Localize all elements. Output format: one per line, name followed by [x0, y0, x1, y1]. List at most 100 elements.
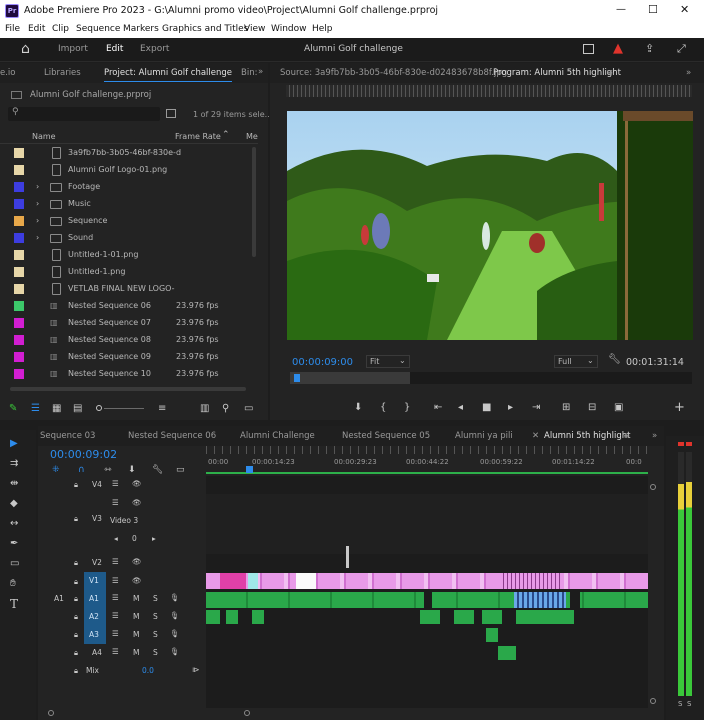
label-color-swatch[interactable]	[14, 199, 24, 209]
v1-clips[interactable]	[206, 573, 648, 589]
menu-edit[interactable]: Edit	[28, 24, 45, 34]
go-to-in-icon[interactable]: ⇤	[434, 402, 442, 414]
timeline-timecode[interactable]: 00:00:09:02	[50, 448, 117, 461]
lock-icon[interactable]: 🔒︎	[74, 666, 78, 676]
scroll-handle-mid[interactable]	[244, 710, 250, 716]
write-icon[interactable]: ✎	[9, 403, 17, 415]
scroll-handle-left[interactable]	[48, 710, 54, 716]
solo-button[interactable]: S	[153, 630, 158, 639]
chevron-right-icon[interactable]: ›	[36, 233, 39, 242]
slip-tool-icon[interactable]: ↔	[10, 518, 18, 530]
sync-lock-icon[interactable]: ☰	[112, 629, 119, 638]
mute-button[interactable]: M	[133, 648, 139, 657]
razor-tool-icon[interactable]: ◆	[10, 498, 18, 510]
new-search-bin-icon[interactable]	[166, 109, 176, 118]
tab-libraries[interactable]: Libraries	[44, 68, 81, 78]
timeline-menu-icon[interactable]: ≡	[623, 431, 630, 441]
list-item[interactable]: VETLAB FINAL NEW LOGO-	[0, 281, 258, 298]
microphone-icon[interactable]: 🎙︎	[170, 647, 180, 656]
tab-alumni-ya-pili[interactable]: Alumni ya pili	[455, 431, 513, 441]
ripple-edit-tool-icon[interactable]: ⇹	[10, 478, 18, 490]
add-marker-icon[interactable]: ⬇	[354, 402, 362, 414]
eye-icon[interactable]: 👁︎	[132, 557, 142, 566]
automate-icon[interactable]: ▥	[200, 403, 209, 415]
close-tab-icon[interactable]: ✕	[532, 431, 539, 441]
timeline-vscroll[interactable]	[650, 484, 656, 704]
a2-clip[interactable]	[252, 610, 264, 624]
chevron-right-icon[interactable]: ›	[36, 199, 39, 208]
solo-button[interactable]: S	[153, 612, 158, 621]
work-area-bar[interactable]	[206, 472, 648, 474]
col-name[interactable]: Name	[32, 132, 56, 141]
panel-expand-icon[interactable]: »	[258, 67, 263, 77]
meter-solo-left[interactable]: S	[678, 700, 682, 708]
a2-clip[interactable]	[226, 610, 238, 624]
tab-alumni-5th[interactable]: Alumni 5th highlight	[544, 431, 631, 441]
list-item[interactable]: ▥ Nested Sequence 06 23.976 fps	[0, 298, 258, 315]
time-ruler[interactable]: 00:00 00:00:14:23 00:00:29:23 00:00:44:2…	[206, 446, 648, 476]
lock-icon[interactable]: 🔒︎	[74, 577, 78, 587]
tab-nested-05[interactable]: Nested Sequence 05	[342, 431, 430, 441]
a3-clip[interactable]	[486, 628, 498, 642]
menu-graphics[interactable]: Graphics and Titles	[162, 24, 248, 34]
program-menu-icon[interactable]: ≡	[606, 68, 613, 78]
lock-icon[interactable]: 🔒︎	[74, 630, 78, 640]
mark-out-icon[interactable]: }	[404, 402, 410, 414]
chevron-right-icon[interactable]: ›	[36, 182, 39, 191]
label-color-swatch[interactable]	[14, 233, 24, 243]
label-color-swatch[interactable]	[14, 335, 24, 345]
find-icon[interactable]: ⚲	[222, 403, 229, 415]
zoom-slider[interactable]	[96, 405, 102, 411]
sort-icon[interactable]: ≡	[158, 403, 166, 415]
pen-tool-icon[interactable]: ✒	[10, 538, 18, 550]
v1-clip-dense[interactable]	[500, 573, 560, 589]
solo-button[interactable]: S	[153, 594, 158, 603]
freeform-view-icon[interactable]: ▤	[73, 403, 82, 415]
warning-icon[interactable]: ▲	[613, 41, 623, 56]
tab-edit[interactable]: Edit	[106, 44, 123, 54]
lift-icon[interactable]: ⊞	[562, 402, 570, 414]
tab-program[interactable]: Program: Alumni 5th highlight	[493, 68, 621, 78]
mute-button[interactable]: M	[133, 630, 139, 639]
label-color-swatch[interactable]	[14, 250, 24, 260]
timeline-expand-icon[interactable]: »	[652, 431, 657, 441]
timeline-settings-icon[interactable]: 🔧︎	[152, 464, 163, 476]
step-back-icon[interactable]: ◂	[458, 402, 463, 414]
keyframe-nav-icon[interactable]: ▸	[152, 534, 156, 543]
a2-clip[interactable]	[420, 610, 440, 624]
new-bin-icon[interactable]: ▭	[244, 403, 253, 415]
tab-bin[interactable]: Bin:	[241, 68, 257, 78]
fullscreen-icon[interactable]: ⤢	[677, 42, 686, 56]
eye-icon[interactable]: 👁︎	[132, 498, 142, 507]
sort-up-icon[interactable]: ⌃	[222, 130, 230, 140]
tab-import[interactable]: Import	[58, 44, 88, 54]
col-media[interactable]: Me	[246, 132, 258, 141]
v1-clip-cyan[interactable]	[248, 573, 258, 589]
label-color-swatch[interactable]	[14, 301, 24, 311]
a2-clip[interactable]	[206, 610, 220, 624]
label-color-swatch[interactable]	[14, 318, 24, 328]
list-item[interactable]: › Sequence	[0, 213, 258, 230]
list-item[interactable]: Untitled-1-01.png	[0, 247, 258, 264]
microphone-icon[interactable]: 🎙︎	[170, 611, 180, 620]
tab-project[interactable]: Project: Alumni Golf challenge	[104, 68, 233, 82]
track-label-a3[interactable]: A3	[84, 626, 106, 644]
eye-icon[interactable]: 👁︎	[132, 479, 142, 488]
add-marker-icon[interactable]: ⬇	[128, 464, 136, 476]
tab-sequence-03[interactable]: Sequence 03	[40, 431, 95, 441]
sync-lock-icon[interactable]: ☰	[112, 557, 119, 566]
list-item[interactable]: › Footage	[0, 179, 258, 196]
project-scrollbar[interactable]	[252, 147, 256, 257]
label-color-swatch[interactable]	[14, 352, 24, 362]
mute-button[interactable]: M	[133, 594, 139, 603]
nest-icon[interactable]: ⁜	[52, 464, 60, 476]
list-item[interactable]: ▥ Nested Sequence 07 23.976 fps	[0, 315, 258, 332]
list-item[interactable]: ▥ Nested Sequence 09 23.976 fps	[0, 349, 258, 366]
program-timecode[interactable]: 00:00:09:00	[292, 357, 353, 368]
v1-clip-white[interactable]	[296, 573, 316, 589]
label-color-swatch[interactable]	[14, 284, 24, 294]
tab-alumni-challenge[interactable]: Alumni Challenge	[240, 431, 315, 441]
list-view-icon[interactable]: ☰	[31, 403, 40, 415]
quality-dropdown[interactable]: Full ⌄	[554, 355, 598, 368]
list-item[interactable]: 3a9fb7bb-3b05-46bf-830e-d	[0, 145, 258, 162]
